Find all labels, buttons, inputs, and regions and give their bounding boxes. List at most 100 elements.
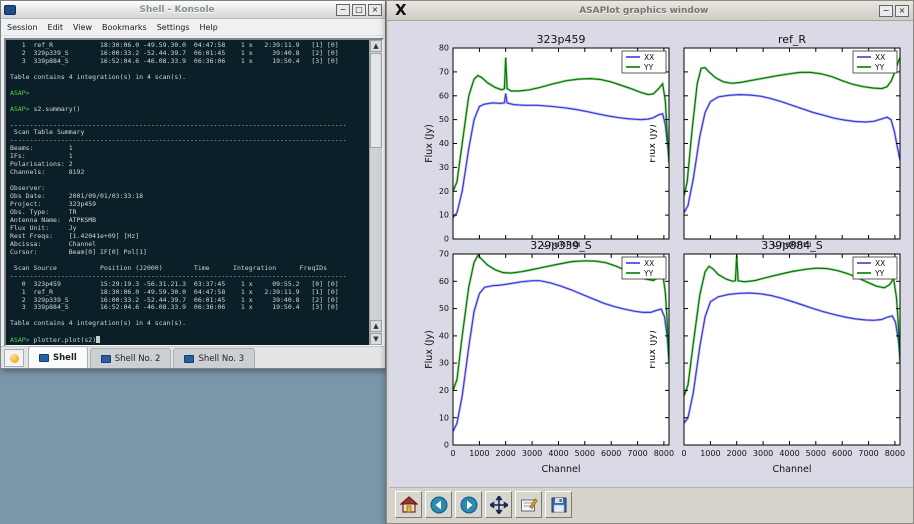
y-axis-label: Flux (Jy) <box>650 330 658 369</box>
back-arrow-icon <box>430 496 448 514</box>
terminal-line <box>10 328 369 336</box>
terminal-line: 3 339p884_S 16:52:04.6 -46.08.33.9 06:36… <box>10 58 369 66</box>
back-button[interactable] <box>425 491 452 518</box>
legend-label: XX <box>875 259 885 268</box>
tab-shell-3[interactable]: Shell No. 3 <box>173 348 255 368</box>
terminal-output[interactable]: 1 ref_R 18:30:06.0 -49.59.30.0 04:47:58 … <box>6 40 369 345</box>
save-button[interactable] <box>545 491 572 518</box>
close-button[interactable]: × <box>895 5 909 17</box>
y-axis-label: Flux (Jy) <box>424 330 435 369</box>
pan-arrows-icon <box>490 496 508 514</box>
y-tick-label: 10 <box>439 413 449 422</box>
terminal-scrollbar[interactable]: ▲ ▲ ▼ <box>369 40 382 345</box>
subplot-title: 329p339_S <box>530 239 591 252</box>
konsole-app-icon <box>4 5 16 15</box>
menu-edit[interactable]: Edit <box>48 23 64 32</box>
x-tick-label: 2000 <box>727 449 747 458</box>
terminal-line: ASAP> plotter.plot(s2) <box>10 336 369 345</box>
x-tick-label: 5000 <box>806 449 826 458</box>
x-axis-label: Channel <box>772 464 811 475</box>
subplot-339p884_S[interactable]: 0 1000 2000 3000 4000 5000 6000 7000 8000 339p884… <box>650 237 906 481</box>
x-tick-label: 3000 <box>753 449 773 458</box>
terminal-line: Channels: 8192 <box>10 169 369 177</box>
terminal-line: ASAP> <box>10 90 369 98</box>
tab-shell-label: Shell <box>53 353 77 363</box>
x-tick-label: 0 <box>681 449 686 458</box>
x-tick-label: 3000 <box>522 449 542 458</box>
konsole-tabbar: Shell Shell No. 2 Shell No. 3 <box>1 346 385 368</box>
x-tick-label: 8000 <box>885 449 905 458</box>
scroll-up2-icon[interactable]: ▲ <box>370 320 382 332</box>
x-tick-label: 2000 <box>496 449 516 458</box>
figure-canvas[interactable]: Channel Channel 01020304050607080323p459… <box>389 21 913 489</box>
asaplot-titlebar[interactable]: X ASAPlot graphics window − × <box>387 1 913 21</box>
konsole-titlebar[interactable]: Shell - Konsole − □ × <box>1 1 385 19</box>
menu-session[interactable]: Session <box>7 23 38 32</box>
terminal-line <box>10 82 369 90</box>
x-tick-label: 1000 <box>700 449 720 458</box>
home-button[interactable] <box>395 491 422 518</box>
y-axis-label: Flux (Jy) <box>424 124 435 163</box>
maximize-button[interactable]: □ <box>352 4 366 16</box>
x-tick-label: 5000 <box>575 449 595 458</box>
terminal-line: ASAP> s2.summary() <box>10 106 369 114</box>
x-tick-label: 7000 <box>627 449 647 458</box>
minimize-button[interactable]: − <box>879 5 893 17</box>
konsole-window: Shell - Konsole − □ × Session Edit View … <box>0 0 386 369</box>
y-tick-label: 10 <box>439 211 449 220</box>
y-tick-label: 50 <box>439 304 449 313</box>
x-tick-label: 4000 <box>779 449 799 458</box>
konsole-window-title: Shell - Konsole <box>20 5 334 15</box>
x-axis-label: Channel <box>541 464 580 475</box>
subplot-title: 323p459 <box>537 33 586 46</box>
terminal-line <box>10 177 369 185</box>
y-tick-label: 40 <box>439 332 449 341</box>
terminal-line: Cursor: Beam[0] IF[0] Pol[1] <box>10 249 369 257</box>
forward-button[interactable] <box>455 491 482 518</box>
forward-arrow-icon <box>460 496 478 514</box>
x-tick-label: 6000 <box>601 449 621 458</box>
asaplot-window: X ASAPlot graphics window − × Channel Ch… <box>386 0 914 524</box>
y-tick-label: 50 <box>439 115 449 124</box>
menu-settings[interactable]: Settings <box>157 23 190 32</box>
terminal-frame: 1 ref_R 18:30:06.0 -49.59.30.0 04:47:58 … <box>4 38 384 347</box>
y-tick-label: 40 <box>439 139 449 148</box>
menu-help[interactable]: Help <box>200 23 218 32</box>
terminal-line: Table contains 4 integration(s) in 4 sca… <box>10 320 369 328</box>
y-tick-label: 60 <box>439 91 449 100</box>
pan-button[interactable] <box>485 491 512 518</box>
plot-toolbar <box>389 487 913 521</box>
tab-shell[interactable]: Shell <box>28 346 88 368</box>
asaplot-window-title: ASAPlot graphics window <box>411 6 877 16</box>
x-tick-label: 4000 <box>548 449 568 458</box>
y-tick-label: 60 <box>439 277 449 286</box>
y-tick-label: 30 <box>439 163 449 172</box>
x-tick-label: 7000 <box>858 449 878 458</box>
configure-subplots-button[interactable] <box>515 491 542 518</box>
tab-shell-3-label: Shell No. 3 <box>198 354 244 364</box>
terminal-cursor <box>96 336 100 343</box>
legend-label: YY <box>874 63 885 72</box>
close-button[interactable]: × <box>368 4 382 16</box>
home-icon <box>400 496 418 514</box>
x-tick-label: 1000 <box>469 449 489 458</box>
terminal-tab-icon <box>101 355 111 363</box>
x11-icon: X <box>395 3 407 18</box>
new-session-button[interactable] <box>4 349 24 367</box>
tab-shell-2-label: Shell No. 2 <box>115 354 161 364</box>
scroll-down-icon[interactable]: ▼ <box>370 333 382 345</box>
minimize-button[interactable]: − <box>336 4 350 16</box>
menu-view[interactable]: View <box>73 23 92 32</box>
y-tick-label: 80 <box>439 44 449 53</box>
subplot-329p339_S[interactable]: 0100020003000400050006000700080000102030… <box>419 237 675 481</box>
scroll-up-icon[interactable]: ▲ <box>370 40 382 52</box>
y-axis-label: Flux (Jy) <box>650 124 658 163</box>
subplot-title: 339p884_S <box>761 239 822 252</box>
scrollbar-thumb[interactable] <box>370 53 382 148</box>
legend-label: YY <box>874 269 885 278</box>
tab-shell-2[interactable]: Shell No. 2 <box>90 348 172 368</box>
x-tick-label: 6000 <box>832 449 852 458</box>
konsole-menubar: Session Edit View Bookmarks Settings Hel… <box>1 20 385 36</box>
menu-bookmarks[interactable]: Bookmarks <box>102 23 147 32</box>
terminal-tab-icon <box>184 355 194 363</box>
